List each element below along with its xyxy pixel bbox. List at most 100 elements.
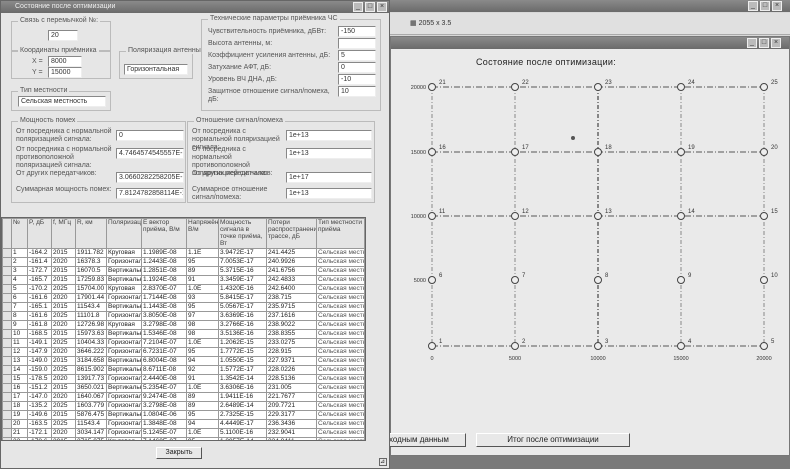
antenna-node-icon[interactable]: [511, 342, 519, 350]
antenna-node-icon[interactable]: [677, 342, 685, 350]
terrain-field[interactable]: Сельская местность: [18, 96, 106, 107]
resize-grip-icon[interactable]: ⊿: [379, 458, 387, 466]
antenna-node-icon[interactable]: [677, 83, 685, 91]
table-row[interactable]: 1 -164.2 2015 1911.782 Круговая 1.1989E-08 1.1…: [2, 248, 365, 258]
table-row[interactable]: 20-163.5202511543.4Горизонтальн1.3848E-0…: [2, 419, 365, 429]
param-field[interactable]: 1e+13: [286, 188, 372, 199]
station-number-field[interactable]: 20: [48, 30, 78, 41]
column-header[interactable]: Тип местности приёма: [316, 218, 365, 249]
antenna-node-icon[interactable]: [428, 342, 436, 350]
antenna-node-icon[interactable]: [428, 212, 436, 220]
maximize-button[interactable]: □: [365, 2, 375, 12]
row-selector[interactable]: [2, 383, 12, 393]
row-selector[interactable]: [2, 311, 12, 321]
table-row[interactable]: 10 -168.5 2015 15973.63 Вертикальн 1.5346E-08…: [2, 329, 365, 339]
column-header[interactable]: P, дБ: [27, 218, 52, 249]
antenna-node-icon[interactable]: [428, 148, 436, 156]
table-row[interactable]: 9 -161.8 2020 12726.98 Круговая 3.2798E-08 98 3…: [2, 320, 365, 330]
table-row[interactable]: 22-178.620153715.075Круговая7.1460E-0795…: [2, 437, 365, 440]
param-field[interactable]: 1e+13: [286, 148, 372, 159]
polarization-field[interactable]: Горизонтальная: [124, 64, 188, 75]
row-selector[interactable]: [2, 275, 12, 285]
param-field[interactable]: 4.7464574545557E-16: [116, 148, 184, 159]
row-selector[interactable]: [2, 437, 12, 440]
row-selector[interactable]: [2, 329, 12, 339]
row-selector[interactable]: [2, 338, 12, 348]
antenna-node-icon[interactable]: [594, 83, 602, 91]
antenna-node-icon[interactable]: [594, 342, 602, 350]
minimize-button[interactable]: _: [748, 1, 758, 11]
param-field[interactable]: 1e+17: [286, 172, 372, 183]
antenna-node-icon[interactable]: [511, 83, 519, 91]
table-row[interactable]: 15-178.5202013917.73Горизонтальн2.4440E-…: [2, 374, 365, 384]
table-row[interactable]: 8-161.6202511101.8Горизонтальн3.8050E-08…: [2, 311, 365, 321]
antenna-node-icon[interactable]: [677, 212, 685, 220]
results-table-container[interactable]: №P, дБf, МГцR, кмПоляризацияЕ вектор при…: [1, 217, 366, 441]
column-header[interactable]: R, км: [75, 218, 107, 249]
antenna-node-icon[interactable]: [428, 83, 436, 91]
antenna-node-icon[interactable]: [511, 148, 519, 156]
row-selector[interactable]: [2, 401, 12, 411]
toolbar-item[interactable]: ▦ 2055 x 3.5: [410, 19, 451, 27]
tech-param-field[interactable]: [338, 38, 376, 49]
row-selector[interactable]: [2, 347, 12, 357]
row-selector[interactable]: [2, 320, 12, 330]
column-header[interactable]: Напряжённость, В/м: [186, 218, 219, 249]
x-coordinate-field[interactable]: 8000: [48, 56, 82, 67]
row-selector[interactable]: [2, 428, 12, 438]
tech-param-field[interactable]: 0: [338, 62, 376, 73]
table-row[interactable]: 5 -170.2 2025 15704.00 Круговая 2.8370E-07 1.0…: [2, 284, 365, 294]
tech-param-field[interactable]: -10: [338, 74, 376, 85]
table-row[interactable]: 6-161.6202017901.44Горизонтальн1.7144E-0…: [2, 293, 365, 303]
table-row[interactable]: 14 -159.0 2025 8615.902 Вертикальн 8.6711E-08…: [2, 365, 365, 375]
row-selector[interactable]: [2, 284, 12, 294]
antenna-node-icon[interactable]: [594, 148, 602, 156]
row-selector[interactable]: [2, 410, 12, 420]
column-header[interactable]: Поляризация: [106, 218, 142, 249]
column-header[interactable]: Потери распространения трассе, дБ: [266, 218, 317, 249]
param-field[interactable]: 7.8124782858114E-16: [116, 188, 184, 199]
maximize-button[interactable]: □: [760, 1, 770, 11]
param-field[interactable]: 1e+13: [286, 130, 372, 141]
tech-param-field[interactable]: -150: [338, 26, 376, 37]
table-row[interactable]: 21-172.120203034.147Горизонтальн5.1245E-…: [2, 428, 365, 438]
table-row[interactable]: 4 -165.7 2015 17259.83 Вертикальн 1.1924E-08 9…: [2, 275, 365, 285]
antenna-node-icon[interactable]: [677, 276, 685, 284]
antenna-node-icon[interactable]: [594, 276, 602, 284]
antenna-node-icon[interactable]: [511, 276, 519, 284]
antenna-node-icon[interactable]: [511, 212, 519, 220]
row-selector[interactable]: [2, 356, 12, 366]
antenna-node-icon[interactable]: [760, 83, 768, 91]
antenna-node-icon[interactable]: [760, 342, 768, 350]
row-selector[interactable]: [2, 365, 12, 375]
tech-param-field[interactable]: 10: [338, 86, 376, 97]
table-row[interactable]: 3 -172.7 2015 16070.5 Вертикальн 1.2851E-08 89…: [2, 266, 365, 276]
table-row[interactable]: 19 -149.6 2015 5876.475 Вертикальн 1.0804E-06…: [2, 410, 365, 420]
antenna-node-icon[interactable]: [760, 276, 768, 284]
close-window-button[interactable]: Закрыть: [156, 447, 202, 459]
column-header[interactable]: №: [11, 218, 28, 249]
table-row[interactable]: 16 -151.2 2015 3650.021 Вертикальн 5.2354E-07…: [2, 383, 365, 393]
row-selector[interactable]: [2, 302, 12, 312]
row-selector[interactable]: [2, 266, 12, 276]
tech-param-field[interactable]: 5: [338, 50, 376, 61]
table-row[interactable]: 11-149.1202510404.33Горизонтальн7.2104E-…: [2, 338, 365, 348]
antenna-node-icon[interactable]: [594, 212, 602, 220]
antenna-node-icon[interactable]: [428, 276, 436, 284]
row-selector[interactable]: [2, 293, 12, 303]
table-row[interactable]: 13 -149.0 2015 3184.658 Вертикальн 6.8004E-08…: [2, 356, 365, 366]
row-selector[interactable]: [2, 419, 12, 429]
y-coordinate-field[interactable]: 15000: [48, 67, 82, 78]
row-selector[interactable]: [2, 257, 12, 267]
antenna-node-icon[interactable]: [760, 212, 768, 220]
column-header[interactable]: Мощность сигнала в точке приёма, Вт: [218, 218, 267, 249]
result-after-optimization-button[interactable]: Итог после оптимизации: [476, 433, 630, 447]
table-row[interactable]: 18-135.220251603.779Горизонтальн3.2798E-…: [2, 401, 365, 411]
table-row[interactable]: 7 -165.1 2015 11543.4 Вертикальн 1.1443E-08 95…: [2, 302, 365, 312]
close-button[interactable]: ×: [377, 2, 387, 12]
param-field[interactable]: 3.0660282258205E-16: [116, 172, 184, 183]
row-selector[interactable]: [2, 392, 12, 402]
antenna-node-icon[interactable]: [677, 148, 685, 156]
column-header[interactable]: Е вектор приёма, В/м: [141, 218, 187, 249]
table-row[interactable]: 17-147.020201640.067Горизонтальн9.2474E-…: [2, 392, 365, 402]
